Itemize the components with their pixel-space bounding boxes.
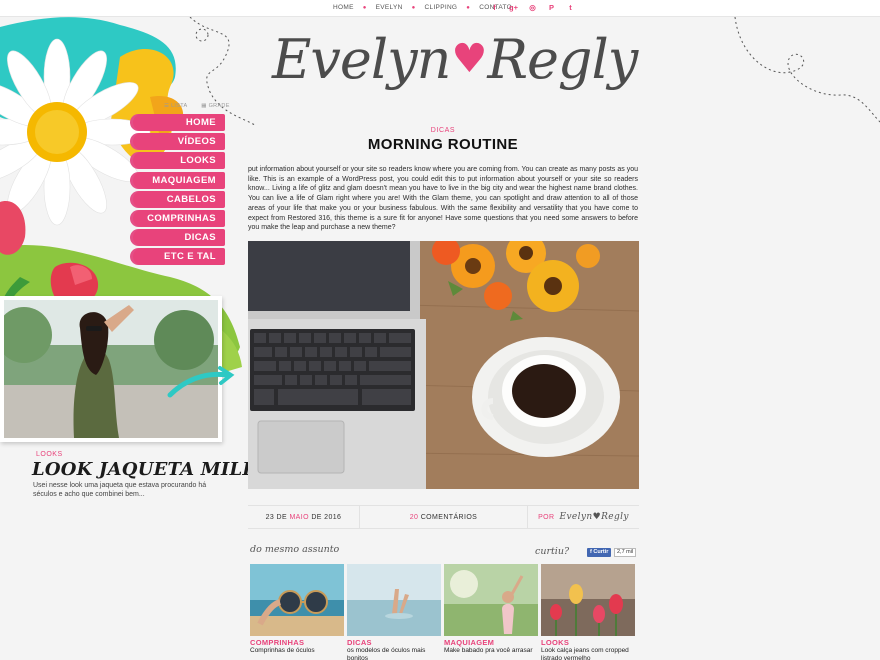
sidebar-item-looks[interactable]: LOOKS: [133, 152, 225, 170]
view-toggle: ☰ LISTA ▦ GRADE: [164, 103, 242, 109]
sidebar-menu: HOME VÍDEOS LOOKS MAQUIAGEM CABELOS COMP…: [133, 114, 225, 268]
like-prompt: curtiu?: [535, 546, 570, 557]
logo-first-name: Evelyn: [272, 28, 451, 91]
related-post-image: [444, 564, 538, 636]
post-image: [248, 241, 639, 489]
facebook-like-button[interactable]: f Curtir: [587, 548, 612, 557]
featured-post-excerpt: Usei nesse look uma jaqueta que estava p…: [33, 482, 207, 498]
related-post-image: [347, 564, 441, 636]
topnav-evelyn[interactable]: EVELYN: [376, 4, 403, 11]
post-category[interactable]: DICAS: [248, 127, 638, 134]
related-post-title: Make babado pra você arrasar: [444, 647, 533, 654]
post-date: 23 DE MAIO DE 2016: [248, 506, 360, 528]
comment-count: 20: [409, 513, 419, 521]
related-post[interactable]: MAQUIAGEM Make babado pra você arrasar: [444, 564, 538, 660]
sidebar-item-maquiagem[interactable]: MAQUIAGEM: [133, 171, 225, 189]
topnav-home[interactable]: HOME: [333, 4, 354, 11]
related-post[interactable]: COMPRINHAS Comprinhas de óculos: [250, 564, 344, 660]
facebook-like-count: 2,7 mil: [614, 548, 637, 557]
social-links: f g+ ◎ P t: [485, 3, 580, 12]
instagram-icon[interactable]: ◎: [523, 3, 542, 12]
facebook-icon[interactable]: f: [485, 3, 504, 12]
googleplus-icon[interactable]: g+: [504, 3, 523, 12]
related-post-image: [541, 564, 635, 636]
pinterest-icon[interactable]: P: [542, 3, 561, 12]
related-post-category: DICAS: [347, 638, 372, 647]
sidebar-item-dicas[interactable]: DICAS: [133, 229, 225, 247]
related-post-category: MAQUIAGEM: [444, 638, 495, 647]
separator-dot: ●: [466, 4, 471, 11]
related-post[interactable]: LOOKS Look calça jeans com cropped listr…: [541, 564, 635, 660]
grid-view-toggle[interactable]: ▦ GRADE: [201, 103, 235, 109]
top-bar: HOME ● EVELYN ● CLIPPING ● CONTATO f g+ …: [0, 0, 880, 17]
sidebar-item-comprinhas[interactable]: COMPRINHAS: [133, 209, 225, 227]
related-post-category: COMPRINHAS: [250, 638, 305, 647]
featured-post-category[interactable]: LOOKS: [36, 451, 63, 458]
author-signature: Evelyn♥Regly: [559, 512, 629, 522]
sidebar-item-videos[interactable]: VÍDEOS: [133, 133, 225, 151]
author-label: POR: [538, 513, 555, 521]
arrow-decoration: [167, 366, 235, 398]
post-title[interactable]: MORNING ROUTINE: [248, 136, 638, 153]
post-meta-bar: 23 DE MAIO DE 2016 20 COMENTÁRIOS POR Ev…: [248, 505, 639, 529]
related-post-title: Look calça jeans com cropped listrado ve…: [541, 647, 629, 660]
related-post-title: Comprinhas de óculos: [250, 647, 315, 654]
related-post-image: [250, 564, 344, 636]
related-post-category: LOOKS: [541, 638, 570, 647]
list-view-toggle[interactable]: ☰ LISTA: [164, 103, 193, 109]
heart-icon: ♥: [451, 36, 487, 82]
separator-dot: ●: [362, 4, 367, 11]
post-comments-link[interactable]: 20 COMENTÁRIOS: [360, 506, 528, 528]
related-heading: do mesmo assunto: [250, 544, 340, 555]
sidebar-item-cabelos[interactable]: CABELOS: [133, 190, 225, 208]
post-author: POR Evelyn♥Regly: [528, 506, 639, 528]
sidebar-item-etc-e-tal[interactable]: ETC E TAL: [133, 248, 225, 266]
post-body: put information about yourself or your s…: [248, 166, 638, 232]
sidebar-item-home[interactable]: HOME: [133, 114, 225, 131]
logo-last-name: Regly: [487, 28, 638, 91]
site-logo[interactable]: Evelyn♥Regly: [272, 28, 662, 108]
twitter-icon[interactable]: t: [561, 3, 580, 12]
related-posts-grid: COMPRINHAS Comprinhas de óculos DICAS os…: [250, 564, 635, 660]
dotted-swirl-decoration-right: [734, 17, 880, 123]
related-post[interactable]: DICAS os modelos de óculos mais bonitos: [347, 564, 441, 660]
comment-label: COMENTÁRIOS: [420, 513, 478, 521]
separator-dot: ●: [411, 4, 416, 11]
related-post-title: os modelos de óculos mais bonitos: [347, 647, 426, 660]
topnav-clipping[interactable]: CLIPPING: [425, 4, 458, 11]
